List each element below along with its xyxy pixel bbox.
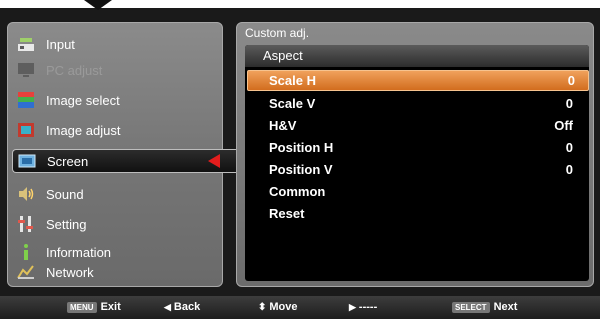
exit-hint: MENU Exit xyxy=(67,301,121,313)
row-label: H&V xyxy=(269,118,297,133)
sidebar-item-label: Sound xyxy=(46,186,84,202)
aspect-submenu: Aspect Scale H 0 Scale V 0 H&V Off Posit… xyxy=(245,45,589,281)
sidebar-item-pc-adjust[interactable]: PC adjust xyxy=(16,57,216,83)
row-value: 0 xyxy=(567,73,575,88)
exit-label: Exit xyxy=(100,301,121,313)
sidebar-item-label: Input xyxy=(46,36,75,52)
move-label: Move xyxy=(269,301,298,313)
select-key-icon: SELECT xyxy=(452,301,490,313)
menu-row-scale-h[interactable]: Scale H 0 xyxy=(247,70,589,91)
input-icon xyxy=(16,35,36,53)
menu-row-reset[interactable]: Reset xyxy=(245,203,589,224)
sidebar-item-input[interactable]: Input xyxy=(16,31,216,57)
sound-icon xyxy=(16,185,36,203)
up-down-arrow-icon: ⬍ xyxy=(258,301,267,313)
sidebar-item-label: PC adjust xyxy=(46,62,103,78)
sidebar-item-label: Screen xyxy=(47,153,89,169)
next-hint: SELECT Next xyxy=(452,301,517,313)
row-label: Scale H xyxy=(269,73,316,88)
section-header: Aspect xyxy=(245,45,589,67)
key-guide-bar: MENU Exit ◀ Back ⬍ Move ▶ ----- SELECT N… xyxy=(0,296,600,319)
menu-row-position-h[interactable]: Position H 0 xyxy=(245,137,589,158)
row-value: 0 xyxy=(565,96,573,111)
setting-icon xyxy=(16,215,36,233)
screen-icon xyxy=(17,152,37,170)
image-adjust-icon xyxy=(16,121,36,139)
row-value: 0 xyxy=(565,140,573,155)
row-value: Off xyxy=(554,118,573,133)
row-label: Position H xyxy=(269,140,334,155)
sidebar-item-setting[interactable]: Setting xyxy=(16,211,216,237)
right-label: ----- xyxy=(358,301,378,313)
row-label: Reset xyxy=(269,206,305,221)
selection-pointer-icon xyxy=(208,154,220,168)
sidebar-item-image-select[interactable]: Image select xyxy=(16,87,216,113)
left-arrow-icon: ◀ xyxy=(164,301,171,312)
menu-row-common[interactable]: Common xyxy=(245,181,589,202)
main-menu-sidebar: Input PC adjust Image select Image adjus… xyxy=(7,22,242,287)
menu-key-icon: MENU xyxy=(67,301,97,313)
custom-adj-panel: Custom adj. Aspect Scale H 0 Scale V 0 H… xyxy=(236,22,594,287)
sidebar-item-label: Image select xyxy=(46,92,120,108)
sidebar-item-image-adjust[interactable]: Image adjust xyxy=(16,117,216,143)
move-hint: ⬍ Move xyxy=(258,301,298,313)
menu-row-h-and-v[interactable]: H&V Off xyxy=(245,115,589,136)
top-indicator-icon xyxy=(84,0,112,10)
projector-menu: Input PC adjust Image select Image adjus… xyxy=(0,8,600,319)
right-arrow-icon: ▶ xyxy=(349,301,356,312)
pc-adjust-icon xyxy=(16,61,36,79)
sidebar-item-label: Image adjust xyxy=(46,122,121,138)
right-hint: ▶ ----- xyxy=(349,301,377,313)
sidebar-item-sound[interactable]: Sound xyxy=(16,181,216,207)
next-label: Next xyxy=(493,301,518,313)
sidebar-item-screen[interactable]: Screen xyxy=(12,149,242,173)
panel-title: Custom adj. xyxy=(245,26,310,40)
row-label: Common xyxy=(269,184,326,199)
back-hint: ◀ Back xyxy=(164,301,200,313)
sidebar-item-label: Information xyxy=(46,244,112,260)
menu-row-position-v[interactable]: Position V 0 xyxy=(245,159,589,180)
network-icon xyxy=(16,263,36,281)
sidebar-item-label: Setting xyxy=(46,216,87,232)
row-value: 0 xyxy=(565,162,573,177)
sidebar-item-label: Network xyxy=(46,264,94,280)
menu-row-scale-v[interactable]: Scale V 0 xyxy=(245,93,589,114)
image-select-icon xyxy=(16,91,36,109)
row-label: Position V xyxy=(269,162,333,177)
row-label: Scale V xyxy=(269,96,316,111)
sidebar-item-network[interactable]: Network xyxy=(16,259,216,285)
back-label: Back xyxy=(173,301,201,313)
